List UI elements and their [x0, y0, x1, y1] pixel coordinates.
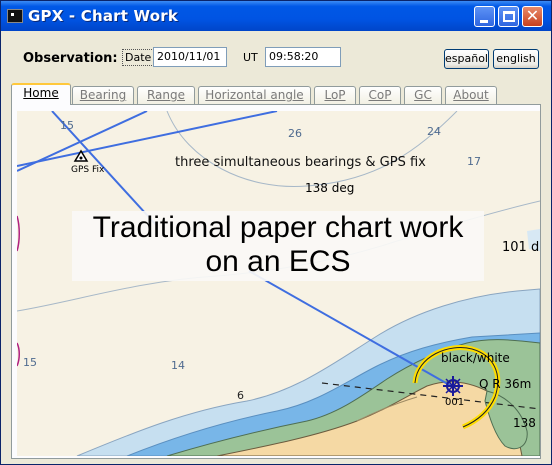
light-number-label: 001: [445, 397, 465, 408]
headline-line-1: Traditional paper chart work: [92, 211, 464, 244]
date-label: Date: [122, 49, 155, 66]
tab-bar: Home Bearing Range Horizontal angle LoP …: [1, 83, 552, 105]
tab-label: About: [453, 88, 489, 102]
ut-label: UT: [243, 51, 258, 64]
minimize-icon: [480, 20, 488, 23]
date-field[interactable]: 2010/11/01: [153, 47, 227, 67]
chart-subtitle: three simultaneous bearings & GPS fix: [175, 155, 426, 170]
tab-bearing[interactable]: Bearing: [72, 86, 134, 105]
tab-label: Bearing: [79, 88, 127, 102]
tab-label: GC: [414, 88, 432, 102]
depth-sounding: 15: [60, 119, 74, 132]
tab-horizontal-angle[interactable]: Horizontal angle: [198, 86, 311, 105]
quay-label: Q R 36m: [479, 377, 532, 391]
depth-sounding: 24: [427, 125, 441, 138]
tab-gc[interactable]: GC: [404, 86, 442, 105]
gps-fix-label: GPS Fix: [71, 165, 105, 175]
bearing-label-138: 138 deg: [305, 181, 355, 195]
minimize-button[interactable]: [474, 6, 495, 27]
depth-sounding: 17: [467, 155, 481, 168]
depth-contour: [166, 111, 458, 188]
time-field[interactable]: 09:58:20: [265, 47, 341, 67]
title-bar[interactable]: GPX - Chart Work ✕: [1, 1, 551, 31]
maximize-icon: [503, 11, 515, 22]
tab-label: Horizontal angle: [205, 88, 304, 102]
app-icon: [7, 9, 23, 23]
nautical-chart[interactable]: 15 26 24 17 15 14 6 GPS Fix three simult…: [17, 111, 540, 456]
tab-label: LoP: [324, 88, 346, 102]
depth-sounding: 15: [23, 356, 37, 369]
tab-cop[interactable]: CoP: [359, 86, 401, 105]
close-button[interactable]: ✕: [522, 6, 543, 27]
depth-sounding: 14: [171, 359, 185, 372]
tab-lop[interactable]: LoP: [314, 86, 356, 105]
bearing-edge-label: 138: [513, 416, 536, 430]
english-button[interactable]: english: [493, 49, 539, 69]
close-icon: ✕: [525, 6, 540, 25]
chart-border-mark: [17, 215, 20, 252]
light-characteristic-label: black/white: [441, 351, 510, 365]
window-title: GPX - Chart Work: [28, 7, 179, 25]
spanish-button[interactable]: español: [444, 49, 489, 69]
headline-box: Traditional paper chart work on an ECS: [72, 211, 484, 281]
bearing-label-101: 101 d: [502, 240, 540, 255]
observation-label: Observation:: [23, 51, 118, 66]
chart-border-mark: [17, 342, 20, 367]
tab-range[interactable]: Range: [137, 86, 195, 105]
tab-label: Range: [146, 88, 186, 102]
depth-sounding: 6: [237, 389, 244, 402]
gps-fix-dot: [79, 156, 83, 160]
maximize-button[interactable]: [498, 6, 519, 27]
tab-label: Home: [23, 86, 59, 100]
app-window: GPX - Chart Work ✕ Observation: Date 201…: [0, 0, 552, 465]
tab-about[interactable]: About: [445, 86, 497, 105]
tab-label: CoP: [368, 88, 392, 102]
headline-line-2: on an ECS: [205, 245, 351, 278]
depth-sounding: 26: [288, 127, 302, 140]
tab-home[interactable]: Home: [11, 83, 71, 105]
